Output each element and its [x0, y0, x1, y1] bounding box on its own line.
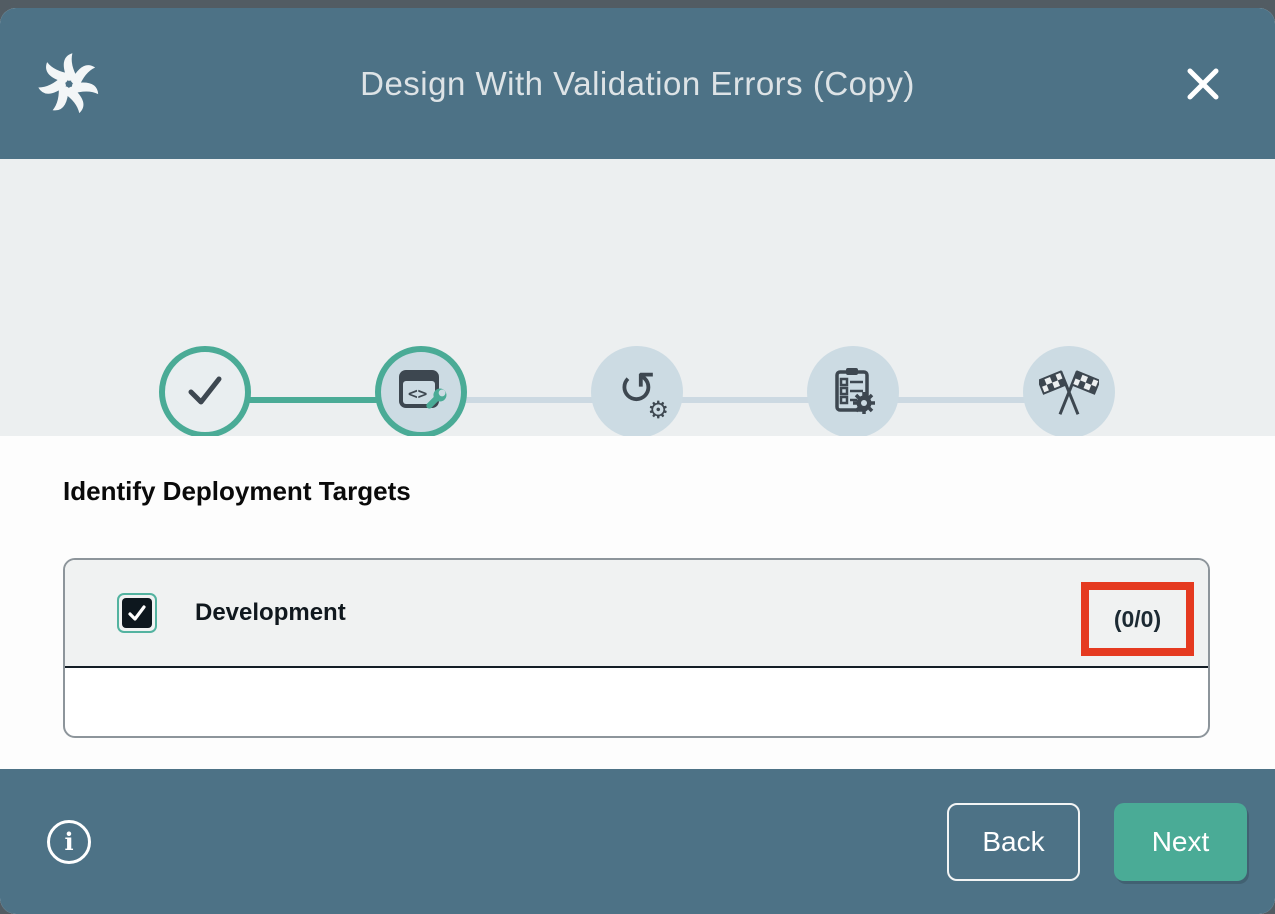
wizard-stepper: Validate Design <> Identify Environments — [0, 159, 1275, 436]
close-icon[interactable] — [1179, 60, 1227, 108]
step-finsh[interactable] — [1023, 346, 1115, 438]
clipboard-gear-icon — [827, 365, 879, 420]
stepper-connector-todo — [421, 397, 1069, 403]
pinwheel-logo-icon — [38, 53, 100, 115]
svg-text:<>: <> — [408, 384, 427, 403]
target-count: (0/0) — [1114, 606, 1161, 633]
info-icon[interactable]: i — [47, 820, 91, 864]
annotation-highlight-box: (0/0) — [1081, 582, 1194, 656]
step-validate-design[interactable] — [159, 346, 251, 438]
next-button[interactable]: Next — [1114, 803, 1247, 881]
checkered-flags-icon — [1039, 362, 1099, 423]
target-label: Development — [195, 599, 346, 627]
footer-buttons: Back Next — [947, 803, 1247, 881]
checkbox-checkmark-icon — [122, 598, 152, 628]
code-window-wrench-icon: <> — [395, 366, 447, 419]
target-row-development[interactable]: Development (0/0) — [65, 560, 1208, 668]
wizard-step-content: Identify Deployment Targets Development … — [0, 436, 1275, 769]
back-button[interactable]: Back — [947, 803, 1080, 881]
dialog-title: Design With Validation Errors (Copy) — [0, 65, 1275, 103]
deployment-wizard-dialog: Design With Validation Errors (Copy) Val… — [0, 8, 1275, 914]
step-finalize-deployment[interactable] — [807, 346, 899, 438]
dialog-header: Design With Validation Errors (Copy) — [0, 8, 1275, 159]
gear-icon: ⚙ — [647, 398, 669, 422]
step-dry-run[interactable]: ↺ ⚙ — [591, 346, 683, 438]
step-identify-environments[interactable]: <> — [375, 346, 467, 438]
checkmark-icon — [181, 366, 229, 419]
deployment-targets-panel: Development (0/0) — [63, 558, 1210, 738]
development-checkbox[interactable] — [117, 593, 157, 633]
content-heading: Identify Deployment Targets — [63, 476, 411, 507]
dialog-footer: i Back Next — [0, 769, 1275, 914]
